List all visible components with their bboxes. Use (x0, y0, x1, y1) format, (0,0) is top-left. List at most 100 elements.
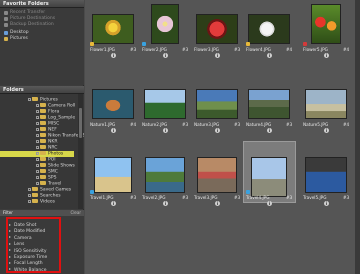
thumbnail-flower3-jpg[interactable]: Flower3.JPG #3 i (194, 10, 244, 70)
thumbnail-nature1-jpg[interactable]: Nature1.JPG #4 i (90, 85, 140, 145)
favorite-pictures[interactable]: Pictures (0, 36, 84, 42)
photo-preview[interactable] (92, 89, 134, 119)
folder-tree-scrollbar[interactable] (78, 94, 83, 209)
filter-panel: Filter Clear Date Shot Date Modified Camera… (0, 210, 84, 274)
expand-icon[interactable]: + (36, 103, 40, 107)
folder-videos[interactable]: + Videos (28, 198, 55, 205)
photo-preview[interactable] (94, 157, 132, 193)
expand-icon[interactable]: + (36, 169, 40, 173)
thumbnail-travel3-jpg[interactable]: Travel3.JPG #3 i (194, 153, 244, 213)
expand-icon[interactable]: + (28, 97, 32, 101)
thumbnail-flower4-jpg[interactable]: Flower4.JPG #4 i (246, 10, 296, 70)
favorite-backup-destination[interactable]: Backup Destination (0, 22, 84, 28)
photo-preview[interactable] (196, 14, 238, 44)
photo-preview[interactable] (248, 89, 290, 119)
thumbnail-travel4-jpg[interactable]: Travel4.JPG #3 i (243, 141, 296, 213)
thumbnail-flower2-jpg[interactable]: Flower2.JPG #3 i (142, 4, 192, 70)
thumbnail-filename: Nature5.JPG (303, 122, 329, 127)
info-icon[interactable]: i (267, 53, 272, 58)
info-icon[interactable]: i (163, 201, 168, 206)
expand-arrow-icon (9, 268, 11, 271)
filter-focal-length[interactable]: Focal Length (9, 261, 43, 266)
expand-icon[interactable]: + (36, 121, 40, 125)
info-icon[interactable]: i (163, 128, 168, 133)
filter-label: Exposure Time (14, 255, 48, 260)
photo-preview[interactable] (197, 157, 237, 193)
scrollbar-thumb[interactable] (79, 108, 82, 138)
expand-icon[interactable]: + (28, 193, 32, 197)
folder-icon (40, 144, 46, 149)
info-icon[interactable]: i (324, 201, 329, 206)
filter-exposure-time[interactable]: Exposure Time (9, 255, 47, 260)
info-icon[interactable]: i (215, 201, 220, 206)
info-icon[interactable]: i (111, 53, 116, 58)
folder-label: Videos (40, 199, 55, 205)
thumbnail-nature3-jpg[interactable]: Nature3.JPG #3 i (194, 85, 244, 145)
expand-icon[interactable]: + (36, 163, 40, 167)
thumbnail-travel5-jpg[interactable]: Travel5.JPG #3 i (303, 153, 353, 213)
thumbnail-travel1-jpg[interactable]: Travel1.JPG #3 i (90, 153, 140, 213)
info-icon[interactable]: i (215, 128, 220, 133)
filter-date-modified[interactable]: Date Modified (9, 229, 45, 234)
info-icon[interactable]: i (215, 53, 220, 58)
info-icon[interactable]: i (324, 128, 329, 133)
expand-icon[interactable]: + (36, 115, 40, 119)
folders-panel: Folders + Pictures + Camera Roll + Flora + Log_… (0, 86, 84, 209)
expand-icon[interactable]: + (36, 127, 40, 131)
expand-icon[interactable]: + (36, 175, 40, 179)
info-icon[interactable]: i (267, 201, 272, 206)
folder-icon (4, 37, 8, 41)
expand-icon[interactable]: + (36, 133, 40, 137)
info-icon[interactable]: i (111, 128, 116, 133)
info-icon[interactable]: i (267, 128, 272, 133)
thumbnail-nature2-jpg[interactable]: Nature2.JPG #3 i (142, 85, 192, 145)
filter-white-balance[interactable]: White Balance (9, 268, 46, 273)
grid-scrollbar[interactable] (355, 0, 360, 274)
expand-icon[interactable]: + (36, 109, 40, 113)
photo-preview[interactable] (305, 89, 347, 119)
expand-icon[interactable]: + (36, 139, 40, 143)
folder-icon (32, 186, 38, 191)
filter-clear-button[interactable]: Clear (71, 210, 81, 216)
filter-camera[interactable]: Camera (9, 236, 32, 241)
label-badge-icon (246, 42, 250, 46)
folder-icon (40, 114, 46, 119)
thumbnail-travel2-jpg[interactable]: Travel2.JPG #3 i (142, 153, 192, 213)
expand-icon[interactable]: + (36, 181, 40, 185)
thumbnail-rating: #3 (182, 195, 189, 200)
expand-arrow-icon (9, 261, 11, 264)
filter-date-shot[interactable]: Date Shot (9, 223, 36, 228)
photo-preview[interactable] (248, 14, 290, 44)
info-icon[interactable]: i (163, 53, 168, 58)
thumbnail-rating: #3 (234, 47, 241, 52)
info-icon[interactable]: i (111, 201, 116, 206)
expand-arrow-icon (9, 249, 11, 252)
photo-preview[interactable] (144, 89, 186, 119)
photo-preview[interactable] (305, 157, 347, 193)
thumbnail-nature4-jpg[interactable]: Nature4.JPG #3 i (246, 85, 296, 145)
expand-icon[interactable]: + (28, 199, 32, 203)
thumbnail-nature5-jpg[interactable]: Nature5.JPG #4 i (303, 85, 353, 145)
photo-preview[interactable] (251, 157, 287, 197)
expand-arrow-icon (9, 223, 11, 226)
photo-preview[interactable] (145, 157, 185, 193)
expand-icon[interactable]: + (28, 187, 32, 191)
filter-lens[interactable]: Lens (9, 242, 24, 247)
info-icon[interactable]: i (324, 53, 329, 58)
thumbnail-rating: #3 (343, 195, 350, 200)
photo-preview[interactable] (311, 4, 341, 44)
photo-preview[interactable] (196, 89, 238, 119)
expand-icon[interactable]: + (36, 157, 40, 161)
thumbnail-flower5-jpg[interactable]: Flower5.JPG #4 i (303, 4, 353, 70)
filter-iso-sensitivity[interactable]: ISO Sensitivity (9, 249, 47, 254)
folder-icon (40, 150, 46, 155)
photo-preview[interactable] (151, 4, 179, 44)
expand-icon[interactable]: + (36, 151, 40, 155)
expand-arrow-icon (9, 255, 11, 258)
photo-preview[interactable] (92, 14, 134, 44)
folder-label: Pictures (40, 97, 58, 103)
folder-icon (40, 102, 46, 107)
expand-icon[interactable]: + (36, 145, 40, 149)
thumbnail-flower1-jpg[interactable]: Flower1.JPG #3 i (90, 10, 140, 70)
filter-header: Filter Clear (0, 210, 84, 216)
